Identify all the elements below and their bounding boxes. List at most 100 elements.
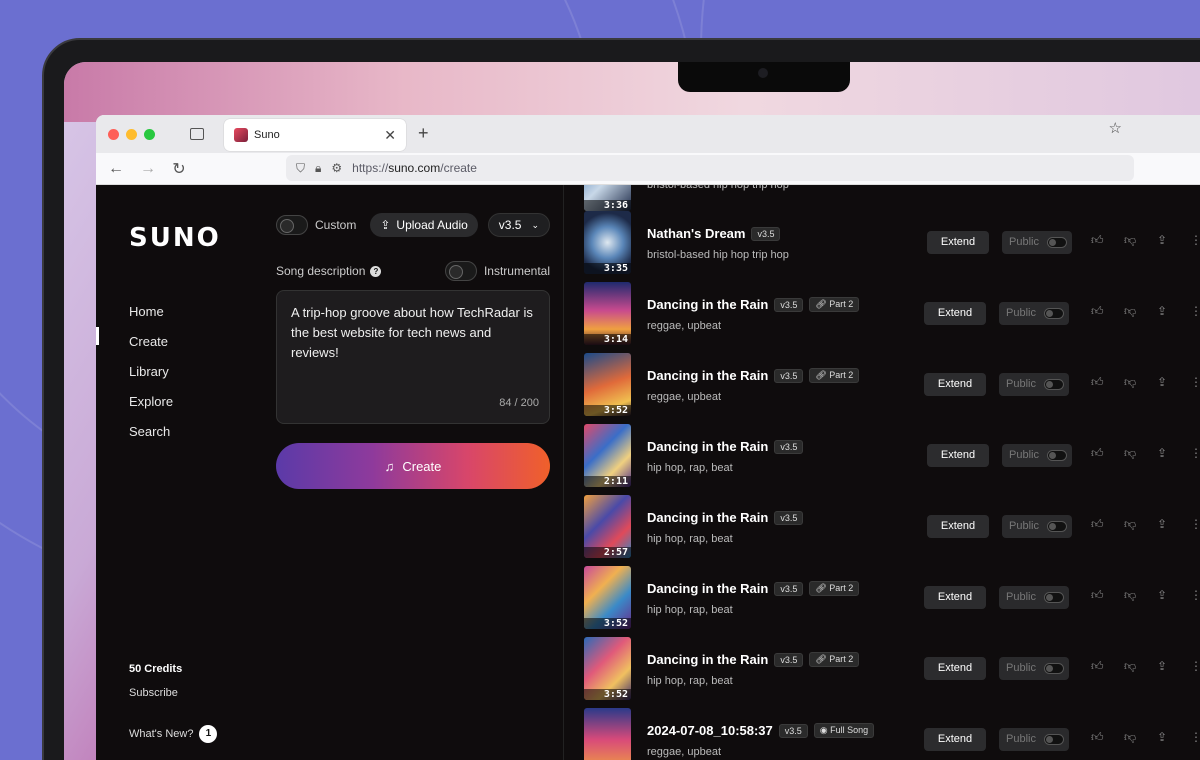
- share-icon[interactable]: ⇪: [1157, 730, 1167, 744]
- song-cover-image[interactable]: [584, 708, 631, 760]
- song-tag-badge[interactable]: 🔗︎ Part 2: [809, 581, 860, 596]
- minimize-window-button[interactable]: [126, 128, 137, 140]
- instrumental-toggle[interactable]: [444, 261, 477, 281]
- song-cover-image[interactable]: 3:14: [584, 282, 631, 345]
- version-select[interactable]: v3.5 ⌄: [487, 213, 551, 237]
- upload-audio-button[interactable]: ⇪ Upload Audio: [370, 213, 478, 237]
- public-toggle[interactable]: Public: [1002, 444, 1072, 467]
- song-row[interactable]: 3:52 Dancing in the Rain v3.5 🔗︎ Part 2 regg…: [584, 353, 1200, 424]
- dislike-icon[interactable]: 👎︎: [1124, 588, 1136, 603]
- like-icon[interactable]: 👍︎: [1091, 588, 1104, 603]
- public-toggle[interactable]: Public: [999, 302, 1069, 325]
- song-cover-image[interactable]: 3:52: [584, 637, 631, 700]
- new-tab-icon[interactable]: +: [418, 123, 429, 144]
- tab-overview-icon[interactable]: [190, 128, 204, 140]
- public-toggle[interactable]: Public: [999, 657, 1069, 680]
- song-description-input[interactable]: A trip-hop groove about how TechRadar is…: [276, 290, 550, 424]
- more-icon[interactable]: ⋮: [1190, 517, 1200, 531]
- permissions-icon[interactable]: ⚙: [331, 161, 342, 175]
- create-button[interactable]: ♫ Create: [276, 443, 550, 489]
- whats-new-link[interactable]: What's New? 1: [129, 725, 218, 743]
- more-icon[interactable]: ⋮: [1190, 375, 1200, 389]
- song-row[interactable]: 2:11 Dancing in the Rain v3.5 hip hop, rap,…: [584, 424, 1200, 495]
- song-cover-image[interactable]: 3:52: [584, 566, 631, 629]
- dislike-icon[interactable]: 👎︎: [1124, 659, 1136, 674]
- public-toggle[interactable]: Public: [1002, 515, 1072, 538]
- bookmark-star-icon[interactable]: ☆: [1109, 119, 1122, 137]
- song-title[interactable]: Dancing in the Rain: [647, 368, 768, 383]
- reload-icon[interactable]: ↻: [172, 159, 186, 179]
- song-tag-badge[interactable]: ◉ Full Song: [813, 723, 875, 738]
- song-row[interactable]: 3:35 Nathan's Dream v3.5 bristol-based hip …: [584, 211, 1200, 282]
- song-cover-image[interactable]: 2:11: [584, 424, 631, 487]
- like-icon[interactable]: 👍︎: [1091, 659, 1104, 674]
- share-icon[interactable]: ⇪: [1157, 588, 1167, 602]
- dislike-icon[interactable]: 👎︎: [1124, 233, 1136, 248]
- like-icon[interactable]: 👍︎: [1091, 446, 1104, 461]
- public-toggle[interactable]: Public: [999, 728, 1069, 751]
- public-switch[interactable]: [1047, 237, 1067, 248]
- song-cover-image[interactable]: 3:36: [584, 185, 631, 211]
- song-title[interactable]: Dancing in the Rain: [647, 652, 768, 667]
- close-window-button[interactable]: [108, 128, 119, 140]
- sidebar-item-explore[interactable]: Explore: [129, 387, 173, 417]
- dislike-icon[interactable]: 👎︎: [1124, 375, 1136, 390]
- song-cover-image[interactable]: 2:57: [584, 495, 631, 558]
- more-icon[interactable]: ⋮: [1190, 588, 1200, 602]
- back-icon[interactable]: ←: [108, 160, 124, 178]
- extend-button[interactable]: Extend: [924, 586, 986, 609]
- dislike-icon[interactable]: 👎︎: [1124, 517, 1136, 532]
- share-icon[interactable]: ⇪: [1157, 233, 1167, 247]
- song-row[interactable]: 3:52 Dancing in the Rain v3.5 🔗︎ Part 2 hip …: [584, 566, 1200, 637]
- forward-icon[interactable]: →: [140, 160, 156, 178]
- public-toggle[interactable]: Public: [999, 373, 1069, 396]
- like-icon[interactable]: 👍︎: [1091, 730, 1104, 745]
- more-icon[interactable]: ⋮: [1190, 233, 1200, 247]
- song-row[interactable]: 3:14 Dancing in the Rain v3.5 🔗︎ Part 2 regg…: [584, 282, 1200, 353]
- public-toggle[interactable]: Public: [999, 586, 1069, 609]
- song-title[interactable]: Dancing in the Rain: [647, 439, 768, 454]
- lock-icon[interactable]: 🔒︎: [315, 161, 321, 176]
- like-icon[interactable]: 👍︎: [1091, 233, 1104, 248]
- share-icon[interactable]: ⇪: [1157, 659, 1167, 673]
- subscribe-link[interactable]: Subscribe: [129, 687, 178, 699]
- public-switch[interactable]: [1044, 734, 1064, 745]
- extend-button[interactable]: Extend: [924, 728, 986, 751]
- song-cover-image[interactable]: 3:52: [584, 353, 631, 416]
- song-tag-badge[interactable]: 🔗︎ Part 2: [809, 368, 860, 383]
- public-switch[interactable]: [1044, 308, 1064, 319]
- song-row[interactable]: 2024-07-08_10:58:37 v3.5 ◉ Full Song reggae…: [584, 708, 1200, 760]
- song-title[interactable]: Dancing in the Rain: [647, 297, 768, 312]
- close-tab-icon[interactable]: ✕: [384, 127, 396, 144]
- sidebar-item-create[interactable]: Create: [129, 327, 173, 357]
- public-toggle[interactable]: Public: [1002, 231, 1072, 254]
- song-title[interactable]: Dancing in the Rain: [647, 510, 768, 525]
- share-icon[interactable]: ⇪: [1157, 304, 1167, 318]
- song-row[interactable]: 3:52 Dancing in the Rain v3.5 🔗︎ Part 2 hip …: [584, 637, 1200, 708]
- like-icon[interactable]: 👍︎: [1091, 517, 1104, 532]
- maximize-window-button[interactable]: [144, 128, 155, 140]
- song-tag-badge[interactable]: 🔗︎ Part 2: [809, 652, 860, 667]
- more-icon[interactable]: ⋮: [1190, 730, 1200, 744]
- share-icon[interactable]: ⇪: [1157, 446, 1167, 460]
- extend-button[interactable]: Extend: [924, 302, 986, 325]
- song-tag-badge[interactable]: 🔗︎ Part 2: [809, 297, 860, 312]
- public-switch[interactable]: [1044, 379, 1064, 390]
- more-icon[interactable]: ⋮: [1190, 446, 1200, 460]
- help-icon[interactable]: ?: [370, 265, 382, 277]
- sidebar-item-library[interactable]: Library: [129, 357, 173, 387]
- extend-button[interactable]: Extend: [924, 657, 986, 680]
- dislike-icon[interactable]: 👎︎: [1124, 730, 1136, 745]
- sidebar-item-search[interactable]: Search: [129, 417, 173, 447]
- public-switch[interactable]: [1044, 663, 1064, 674]
- tab-suno[interactable]: Suno ✕: [224, 119, 406, 151]
- more-icon[interactable]: ⋮: [1190, 659, 1200, 673]
- song-row[interactable]: 2:57 Dancing in the Rain v3.5 hip hop, rap,…: [584, 495, 1200, 566]
- public-switch[interactable]: [1047, 450, 1067, 461]
- public-switch[interactable]: [1047, 521, 1067, 532]
- more-icon[interactable]: ⋮: [1190, 304, 1200, 318]
- like-icon[interactable]: 👍︎: [1091, 304, 1104, 319]
- share-icon[interactable]: ⇪: [1157, 517, 1167, 531]
- suno-logo[interactable]: SUNO: [129, 223, 221, 253]
- share-icon[interactable]: ⇪: [1157, 375, 1167, 389]
